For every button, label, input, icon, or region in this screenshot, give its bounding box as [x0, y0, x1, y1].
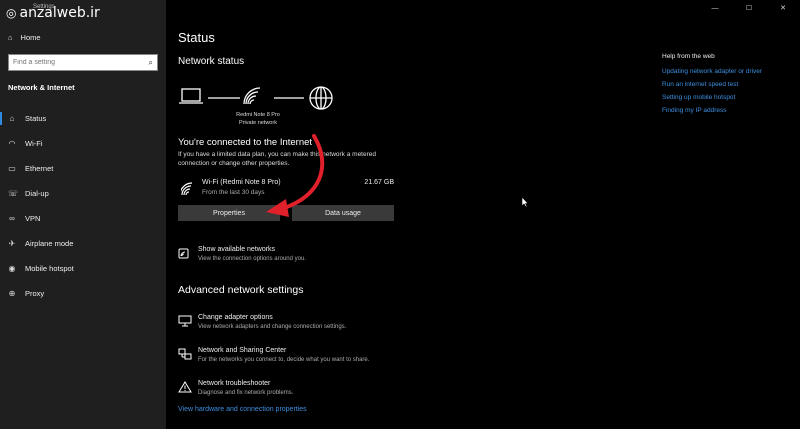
connection-description: If you have a limited data plan, you can…	[178, 151, 376, 167]
network-type: Private network	[239, 120, 277, 126]
wifi-signal-icon	[243, 87, 261, 105]
wifi-icon: ◠	[8, 139, 16, 148]
search-input[interactable]	[13, 59, 133, 66]
sidebar-item-label: VPN	[25, 214, 41, 223]
nav-list: ⌂ Status ◠ Wi-Fi ▭ Ethernet ☏ Dial-up ∞ …	[0, 106, 166, 306]
watermark-text: anzalweb.ir	[19, 5, 100, 21]
home-icon: ⌂	[8, 33, 13, 42]
section-heading: Network & Internet	[8, 83, 75, 92]
wifi-usage: 21.67 GB	[364, 179, 394, 186]
sidebar-item-ethernet[interactable]: ▭ Ethernet	[0, 156, 166, 181]
option-description: For the networks you connect to, decide …	[198, 357, 370, 363]
sidebar-item-label: Ethernet	[25, 164, 54, 173]
connection-heading: You're connected to the Internet	[178, 137, 313, 148]
page-title: Status	[178, 30, 215, 45]
sidebar-item-vpn[interactable]: ∞ VPN	[0, 206, 166, 231]
adapter-icon	[178, 315, 192, 327]
help-title: Help from the web	[662, 53, 715, 60]
airplane-icon: ✈	[8, 239, 16, 248]
dialup-icon: ☏	[8, 189, 19, 198]
data-usage-button[interactable]: Data usage	[292, 205, 394, 221]
network-name: Redmi Note 8 Pro	[236, 112, 280, 118]
help-link-ip-address[interactable]: Finding my IP address	[662, 107, 792, 114]
sidebar-item-wifi[interactable]: ◠ Wi-Fi	[0, 131, 166, 156]
sidebar: Settings ◎ anzalweb.ir ⌂ Home ⌕ Network …	[0, 0, 166, 429]
laptop-icon	[179, 88, 203, 104]
sidebar-item-label: Dial-up	[25, 189, 49, 198]
sidebar-item-label: Proxy	[25, 289, 45, 298]
advanced-heading: Advanced network settings	[178, 284, 304, 296]
sidebar-item-label: Wi-Fi	[25, 139, 43, 148]
option-title: Change adapter options	[198, 314, 273, 321]
change-adapter-option[interactable]: Change adapter options View network adap…	[178, 314, 438, 336]
home-label: Home	[20, 33, 41, 42]
option-title: Network troubleshooter	[198, 380, 271, 387]
maximize-button[interactable]: ☐	[732, 0, 766, 16]
help-link-mobile-hotspot[interactable]: Setting up mobile hotspot	[662, 94, 792, 101]
troubleshooter-option[interactable]: Network troubleshooter Diagnose and fix …	[178, 380, 438, 402]
sidebar-item-proxy[interactable]: ⊕ Proxy	[0, 281, 166, 306]
hotspot-icon: ◉	[8, 264, 16, 273]
sidebar-item-dialup[interactable]: ☏ Dial-up	[0, 181, 166, 206]
sidebar-item-hotspot[interactable]: ◉ Mobile hotspot	[0, 256, 166, 281]
sidebar-item-airplane[interactable]: ✈ Airplane mode	[0, 231, 166, 256]
hardware-properties-link[interactable]: View hardware and connection properties	[178, 406, 307, 413]
network-status-heading: Network status	[178, 56, 245, 67]
sidebar-item-label: Mobile hotspot	[25, 264, 74, 273]
sharing-icon	[178, 348, 192, 360]
main-content: Status Network status Redmi Note 8 Pro P…	[178, 0, 638, 429]
option-description: View the connection options around you.	[198, 256, 306, 262]
sidebar-item-label: Status	[25, 114, 47, 123]
wifi-name: Wi-Fi (Redmi Note 8 Pro)	[202, 179, 281, 186]
watermark-icon: ◎	[6, 6, 17, 20]
show-networks-option[interactable]: Show available networks View the connect…	[178, 246, 438, 268]
minimize-button[interactable]: —	[698, 0, 732, 16]
help-link-adapter-driver[interactable]: Updating network adapter or driver	[662, 68, 792, 75]
wifi-connection-row: Wi-Fi (Redmi Note 8 Pro) From the last 3…	[178, 177, 394, 203]
ethernet-icon: ▭	[8, 164, 16, 173]
warning-icon	[178, 381, 192, 393]
option-description: Diagnose and fix network problems.	[198, 390, 294, 396]
status-icon: ⌂	[9, 114, 15, 123]
proxy-icon: ⊕	[8, 289, 16, 298]
window-controls: — ☐ ✕	[698, 0, 800, 16]
wifi-icon	[181, 182, 193, 196]
sharing-center-option[interactable]: Network and Sharing Center For the netwo…	[178, 347, 438, 369]
wifi-period: From the last 30 days	[202, 189, 265, 196]
watermark: ◎ anzalweb.ir	[6, 5, 100, 21]
sidebar-item-status[interactable]: ⌂ Status	[0, 106, 166, 131]
sidebar-item-label: Airplane mode	[25, 239, 74, 248]
available-networks-icon	[178, 248, 189, 259]
help-link-speed-test[interactable]: Run an internet speed test	[662, 81, 792, 88]
home-link[interactable]: ⌂ Home	[8, 33, 41, 42]
close-button[interactable]: ✕	[766, 0, 800, 16]
help-panel: Help from the web Updating network adapt…	[662, 53, 792, 120]
option-title: Network and Sharing Center	[198, 347, 287, 354]
globe-icon	[309, 86, 333, 110]
network-label: Redmi Note 8 Pro Private network	[222, 111, 294, 127]
properties-button[interactable]: Properties	[178, 205, 280, 221]
option-description: View network adapters and change connect…	[198, 324, 347, 330]
mouse-cursor-icon	[521, 196, 529, 208]
search-icon[interactable]: ⌕	[149, 58, 153, 68]
vpn-icon: ∞	[9, 214, 15, 223]
option-title: Show available networks	[198, 246, 276, 253]
search-box[interactable]: ⌕	[8, 54, 158, 71]
